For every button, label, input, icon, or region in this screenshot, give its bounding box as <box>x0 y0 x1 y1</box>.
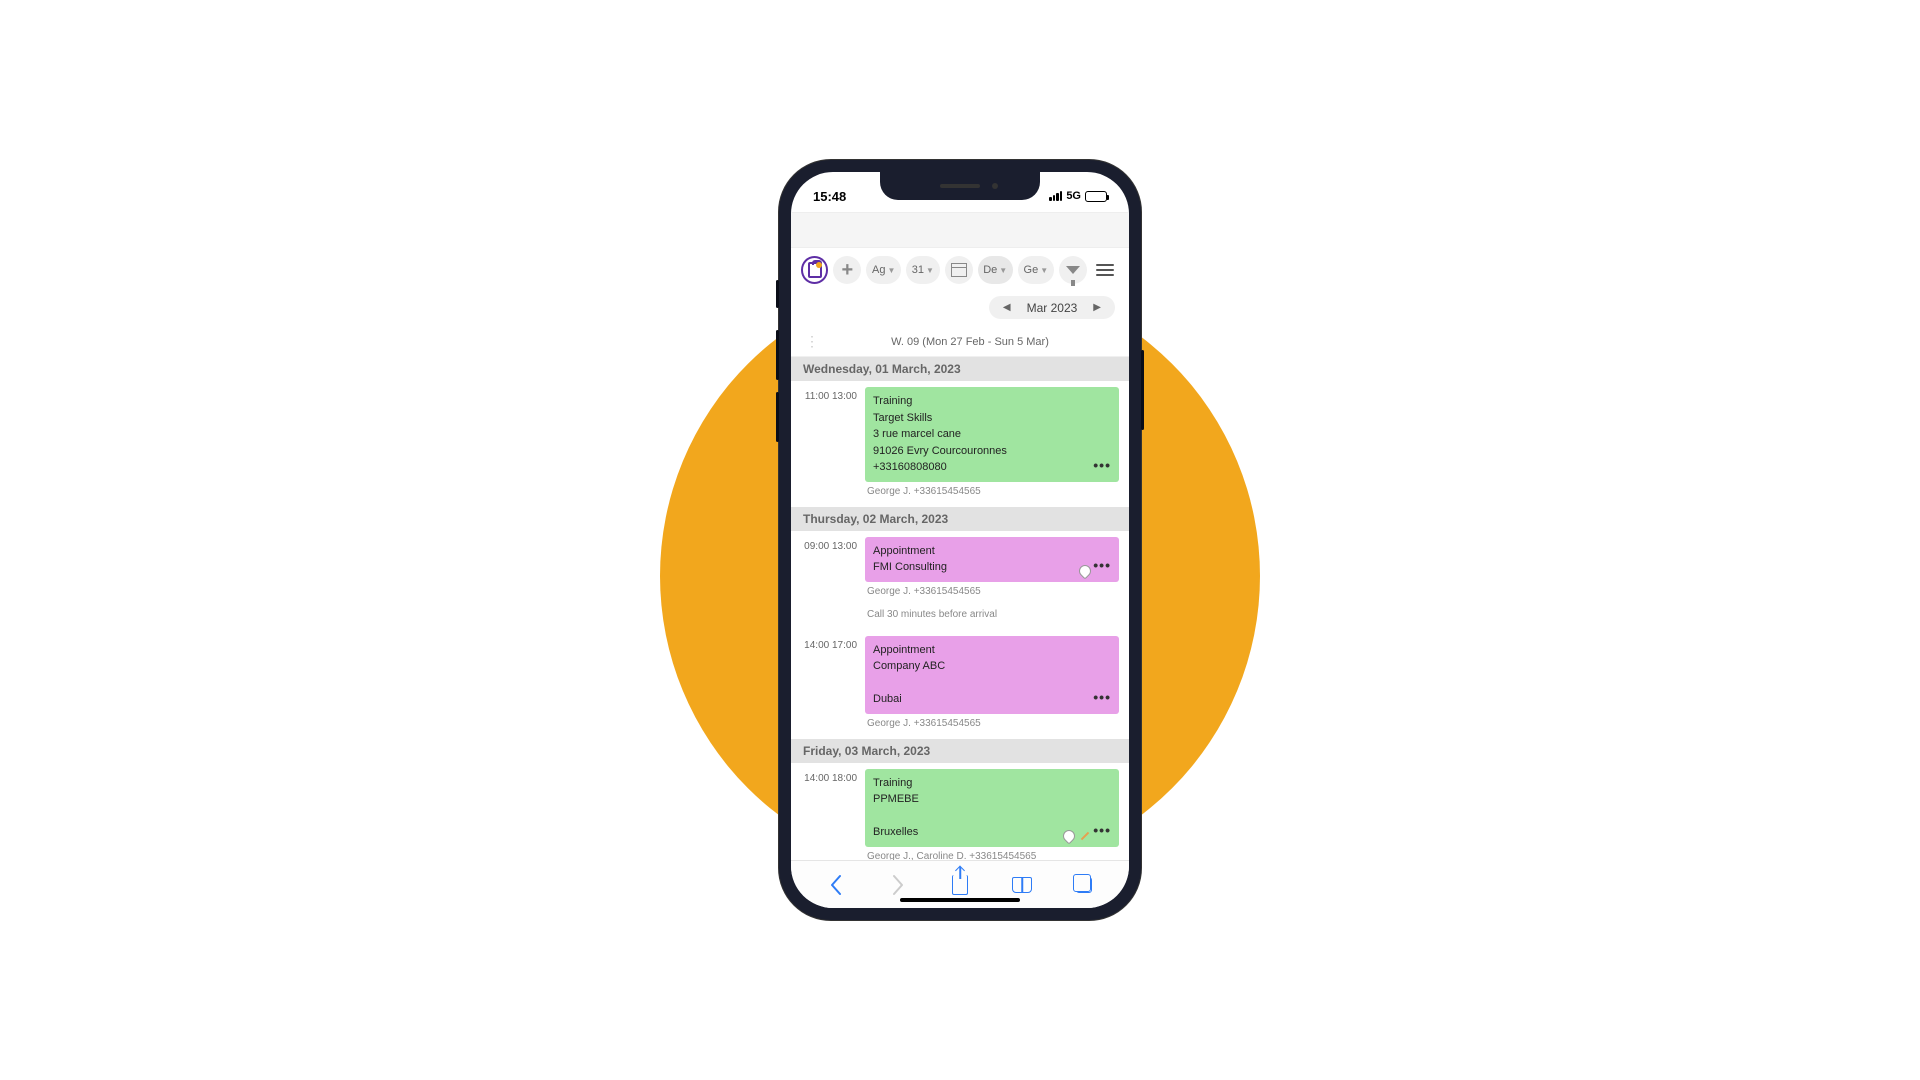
app-logo-icon[interactable] <box>801 256 828 284</box>
event-text-line: Training <box>873 775 1111 792</box>
event-meta: George J. +33615454565 <box>865 582 1119 605</box>
next-month-button[interactable]: ▶ <box>1089 300 1105 315</box>
signal-icon <box>1049 191 1062 201</box>
chevron-down-icon: ▼ <box>887 266 895 275</box>
week-label: W. 09 (Mon 27 Feb - Sun 5 Mar) <box>821 336 1119 348</box>
de-dropdown[interactable]: De▼ <box>978 256 1013 284</box>
date-select-dropdown[interactable]: 31▼ <box>906 256 940 284</box>
event-more-button[interactable]: ••• <box>1093 455 1111 476</box>
side-button-volume-down <box>776 392 779 442</box>
event-time: 14:00 17:00 <box>801 636 857 737</box>
event-text-line: Appointment <box>873 543 1111 560</box>
event-text-line: Target Skills <box>873 410 1111 427</box>
event-text-line: Company ABC <box>873 658 1111 675</box>
chevron-left-icon <box>829 874 843 896</box>
ge-dropdown[interactable]: Ge▼ <box>1018 256 1054 284</box>
event-card[interactable]: TrainingTarget Skills3 rue marcel cane91… <box>865 387 1119 482</box>
day-header: Thursday, 02 March, 2023 <box>791 507 1129 531</box>
book-icon <box>1012 877 1032 893</box>
side-button-mute <box>776 280 779 308</box>
event-text-line: PPMEBE <box>873 791 1111 808</box>
calendar-icon <box>951 263 967 277</box>
event-time: 09:00 13:00 <box>801 537 857 628</box>
event-meta: George J., Caroline D. +33615454565 <box>865 847 1119 861</box>
event-more-button[interactable]: ••• <box>1093 820 1111 841</box>
side-button-volume-up <box>776 330 779 380</box>
comment-icon[interactable] <box>1077 562 1094 579</box>
browser-forward-button[interactable] <box>881 868 915 902</box>
menu-button[interactable] <box>1092 256 1119 284</box>
event-meta: Call 30 minutes before arrival <box>865 605 1119 628</box>
prev-month-button[interactable]: ◀ <box>999 300 1015 315</box>
drag-handle-icon[interactable]: ⋮ <box>801 333 821 350</box>
chevron-down-icon: ▼ <box>999 266 1007 275</box>
week-header-row: ⋮ W. 09 (Mon 27 Feb - Sun 5 Mar) <box>791 327 1129 357</box>
network-label: 5G <box>1066 190 1081 202</box>
event-text-line: Dubai <box>873 691 1111 708</box>
battery-icon <box>1085 191 1107 202</box>
event-row: 14:00 17:00AppointmentCompany ABC Dubai•… <box>791 630 1129 739</box>
comment-icon[interactable] <box>1061 827 1078 844</box>
event-card[interactable]: TrainingPPMEBE Bruxelles••• <box>865 769 1119 847</box>
event-text-line <box>873 675 1111 692</box>
tabs-icon <box>1076 877 1092 893</box>
event-text-line: Appointment <box>873 642 1111 659</box>
edit-icon[interactable] <box>1079 830 1091 842</box>
browser-url-area[interactable] <box>791 212 1129 248</box>
browser-tabs-button[interactable] <box>1067 868 1101 902</box>
month-label[interactable]: Mar 2023 <box>1027 301 1078 315</box>
agenda-content[interactable]: ⋮ W. 09 (Mon 27 Feb - Sun 5 Mar) Wednesd… <box>791 327 1129 860</box>
browser-share-button[interactable] <box>943 868 977 902</box>
side-button-power <box>1141 350 1144 430</box>
view-agenda-dropdown[interactable]: Ag▼ <box>866 256 901 284</box>
event-row: 09:00 13:00AppointmentFMI Consulting•••G… <box>791 531 1129 630</box>
event-more-button[interactable]: ••• <box>1093 687 1111 708</box>
home-indicator[interactable] <box>900 898 1020 902</box>
day-header: Wednesday, 01 March, 2023 <box>791 357 1129 381</box>
event-row: 14:00 18:00TrainingPPMEBE Bruxelles•••Ge… <box>791 763 1129 861</box>
event-more-button[interactable]: ••• <box>1093 555 1111 576</box>
app-toolbar: + Ag▼ 31▼ De▼ Ge▼ <box>791 248 1129 292</box>
funnel-icon <box>1066 266 1080 274</box>
day-header: Friday, 03 March, 2023 <box>791 739 1129 763</box>
browser-bookmarks-button[interactable] <box>1005 868 1039 902</box>
event-text-line <box>873 808 1111 825</box>
event-meta: George J. +33615454565 <box>865 482 1119 505</box>
event-time: 11:00 13:00 <box>801 387 857 505</box>
phone-frame: 15:48 5G + Ag▼ 31▼ De▼ Ge▼ ◀ Mar 20 <box>779 160 1141 920</box>
event-text-line: FMI Consulting <box>873 559 1111 576</box>
add-button[interactable]: + <box>833 256 861 284</box>
event-card[interactable]: AppointmentFMI Consulting••• <box>865 537 1119 582</box>
chevron-down-icon: ▼ <box>1040 266 1048 275</box>
event-text-line: 3 rue marcel cane <box>873 426 1111 443</box>
browser-back-button[interactable] <box>819 868 853 902</box>
share-icon <box>952 875 968 895</box>
calendar-button[interactable] <box>945 256 973 284</box>
chevron-down-icon: ▼ <box>926 266 934 275</box>
filter-button[interactable] <box>1059 256 1087 284</box>
phone-notch <box>880 172 1040 200</box>
event-text-line: Training <box>873 393 1111 410</box>
status-time: 15:48 <box>813 189 846 204</box>
event-row: 11:00 13:00TrainingTarget Skills3 rue ma… <box>791 381 1129 507</box>
month-navigation: ◀ Mar 2023 ▶ <box>791 292 1129 327</box>
event-time: 14:00 18:00 <box>801 769 857 861</box>
event-text-line: 91026 Evry Courcouronnes <box>873 443 1111 460</box>
event-text-line: +33160808080 <box>873 459 1111 476</box>
event-meta: George J. +33615454565 <box>865 714 1119 737</box>
chevron-right-icon <box>891 874 905 896</box>
event-card[interactable]: AppointmentCompany ABC Dubai••• <box>865 636 1119 714</box>
plus-icon: + <box>841 259 853 282</box>
